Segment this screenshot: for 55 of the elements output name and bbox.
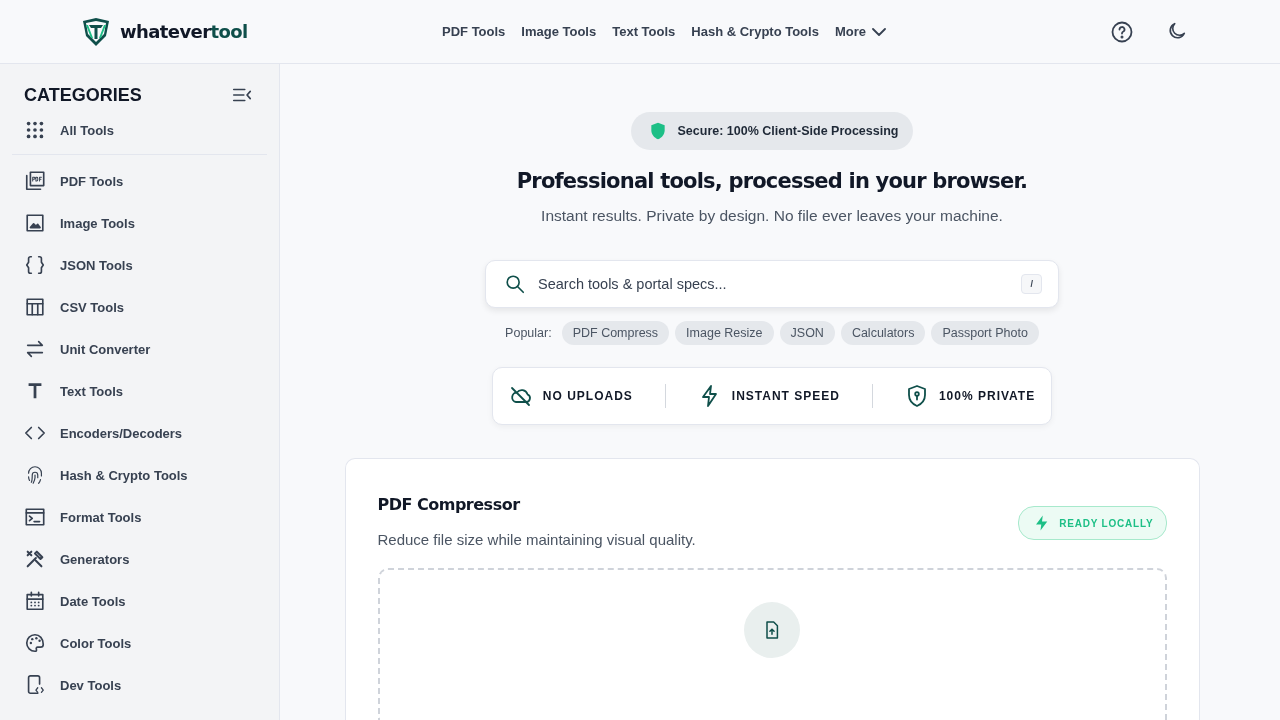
sidebar-item[interactable]: JSON Tools bbox=[12, 244, 145, 286]
hero-subtitle: Instant results. Private by design. No file ever leaves your machine. bbox=[541, 207, 1003, 225]
popular-chip[interactable]: Image Resize bbox=[675, 321, 774, 345]
calendar-icon bbox=[24, 590, 46, 612]
sidebar-item[interactable]: Dev Tools bbox=[12, 664, 134, 706]
upload-button[interactable] bbox=[744, 602, 800, 658]
popular-chip[interactable]: Passport Photo bbox=[931, 321, 1039, 345]
table-icon bbox=[24, 296, 46, 318]
shortcut-key: / bbox=[1021, 274, 1042, 294]
sidebar-item[interactable]: All Tools bbox=[12, 109, 126, 151]
pdf-file-icon bbox=[24, 170, 46, 192]
sidebar-item[interactable]: Format Tools bbox=[12, 496, 154, 538]
sidebar-item[interactable]: Unit Converter bbox=[12, 328, 163, 370]
search-icon bbox=[504, 273, 526, 295]
search-input[interactable]: Search tools & portal specs... bbox=[536, 275, 1012, 293]
popular-label: Popular: bbox=[505, 326, 552, 340]
tool-title: PDF Compressor bbox=[377, 495, 521, 514]
nav-link[interactable]: Hash & Crypto Tools bbox=[691, 24, 819, 39]
terminal-icon bbox=[24, 506, 46, 528]
badge-text: Secure: 100% Client-Side Processing bbox=[677, 124, 899, 138]
sidebar-item[interactable]: Text Tools bbox=[12, 370, 136, 412]
nav-link[interactable]: Image Tools bbox=[521, 24, 597, 39]
cloud-off-icon bbox=[508, 384, 533, 408]
sidebar-item[interactable]: Image Tools bbox=[12, 202, 147, 244]
sidebar-item[interactable]: Encoders/Decoders bbox=[12, 412, 195, 454]
sidebar-item[interactable]: Generators bbox=[12, 538, 142, 580]
arrows-icon bbox=[24, 338, 46, 360]
feature-label: INSTANT SPEED bbox=[731, 389, 840, 403]
hero-title: Professional tools, processed in your browser. bbox=[516, 169, 1028, 193]
status-text: READY LOCALLY bbox=[1059, 517, 1154, 529]
feature-label: 100% PRIVATE bbox=[938, 389, 1036, 403]
feature-label: NO UPLOADS bbox=[542, 389, 633, 403]
palette-icon bbox=[24, 632, 46, 654]
sidebar-item[interactable]: Hash & Crypto Tools bbox=[12, 454, 200, 496]
sidebar-item[interactable]: Color Tools bbox=[12, 622, 144, 664]
tool-description: Reduce file size while maintaining visual quality. bbox=[377, 531, 696, 548]
sidebar-title: CATEGORIES bbox=[24, 84, 142, 106]
braces-icon bbox=[24, 254, 46, 276]
popular-chip[interactable]: PDF Compress bbox=[561, 321, 670, 345]
nav-dropdown[interactable]: More bbox=[834, 24, 886, 39]
grid-icon bbox=[24, 119, 46, 141]
tools-icon bbox=[24, 548, 46, 570]
search-field[interactable]: Search tools & portal specs... / bbox=[485, 260, 1059, 308]
popular-chip[interactable]: JSON bbox=[779, 321, 835, 345]
sidebar-item[interactable]: PDF Tools bbox=[12, 160, 136, 202]
sidebar-item[interactable]: CSV Tools bbox=[12, 286, 137, 328]
image-icon bbox=[24, 212, 46, 234]
logo-text[interactable]: whatevertool bbox=[120, 21, 248, 42]
sidebar-item[interactable]: Date Tools bbox=[12, 580, 138, 622]
nav-link[interactable]: Text Tools bbox=[612, 24, 676, 39]
shield-logo-icon bbox=[80, 15, 112, 48]
popular-chip[interactable]: Calculators bbox=[840, 321, 926, 345]
help-icon[interactable] bbox=[1110, 19, 1134, 44]
chevron-down-icon bbox=[871, 27, 886, 36]
nav-link[interactable]: PDF Tools bbox=[442, 24, 506, 39]
